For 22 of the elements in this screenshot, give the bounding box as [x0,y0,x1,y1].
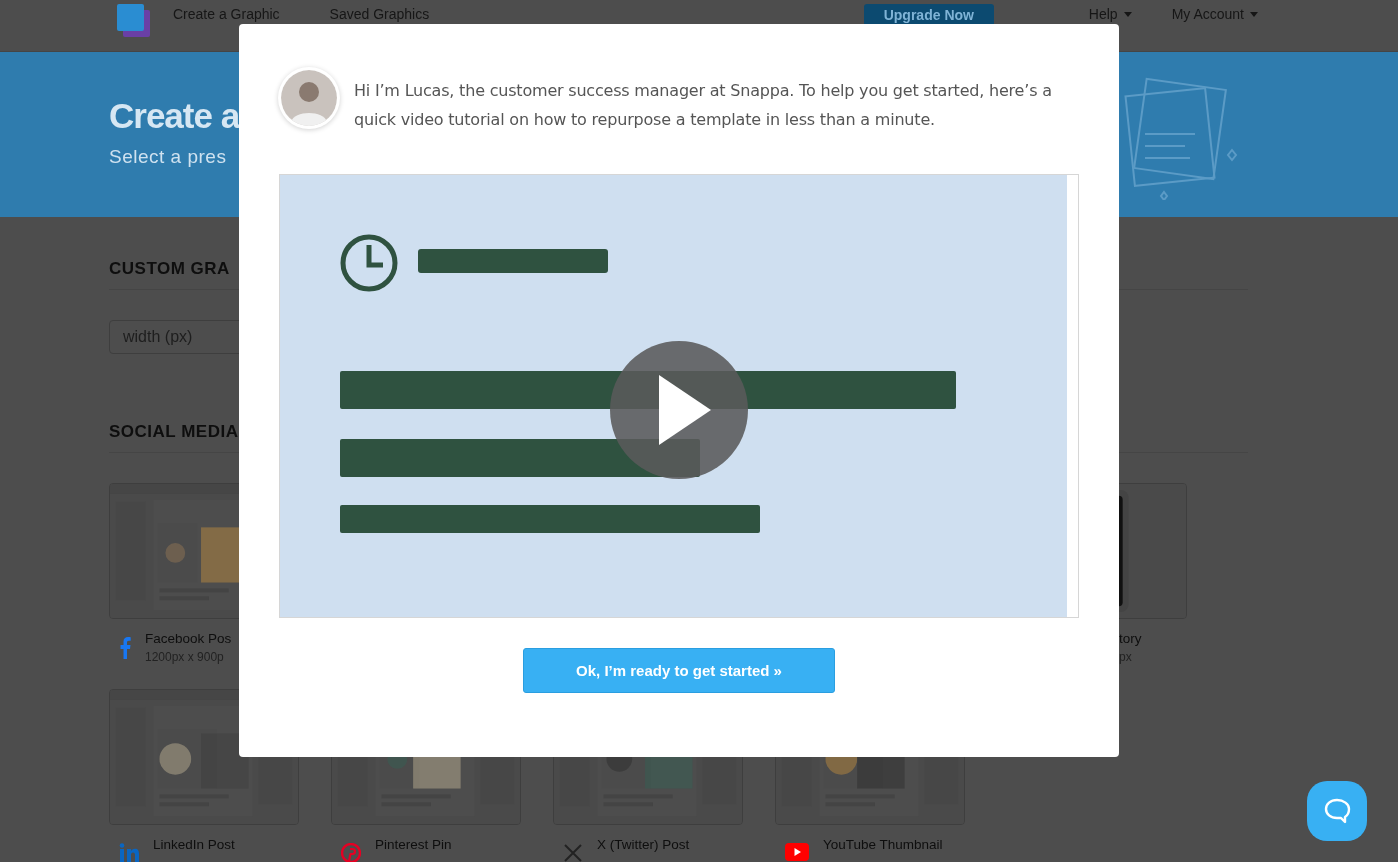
template-title[interactable]: tory [1119,631,1142,646]
nav-link[interactable]: Saved Graphics [329,6,430,22]
template-title[interactable]: YouTube Thumbnail [823,837,943,852]
caret-icon [1250,11,1258,17]
upgrade-button[interactable]: Upgrade Now [863,4,994,26]
caret-icon [1123,11,1132,17]
facebook-icon [119,637,131,659]
chat-icon [1323,797,1351,825]
template-title[interactable]: X (Twitter) Post [597,837,690,852]
template-title[interactable]: LinkedIn Post [153,837,235,852]
x-logo-icon [563,843,583,862]
template-title[interactable]: Pinterest Pin [375,837,452,852]
banner-title: Create a [109,96,240,136]
pinterest-icon [341,843,361,862]
confirm-button[interactable]: Ok, I’m ready to get started » [523,648,835,693]
chat-button[interactable] [1307,781,1367,841]
linkedin-icon [119,843,139,862]
avatar [281,70,337,126]
banner-subtitle: Select a pres [109,146,228,168]
youtube-icon [785,843,809,861]
template-title[interactable]: Facebook Pos [145,631,232,646]
intro-message: Hi I’m Lucas, the customer success manager at Snappa. To help you get started, here’s a quick video tutorial on how to repurpose a template in less than a minute. [354,80,1053,131]
